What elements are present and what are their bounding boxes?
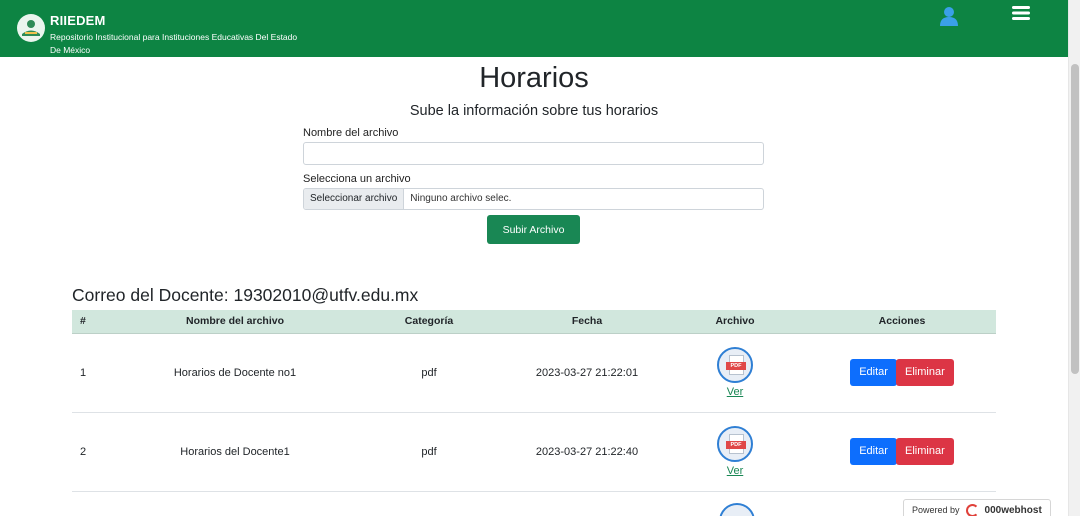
page-subtitle: Sube la información sobre tus horarios (409, 103, 659, 119)
table-row: 1 Horarios de Docente no1 pdf 2023-03-27… (72, 333, 996, 413)
row-file-cell: PDF Ver (662, 333, 808, 413)
scrollbar-thumb[interactable] (1071, 64, 1079, 374)
file-name-input[interactable] (303, 142, 764, 165)
row-number: 1 (72, 333, 124, 413)
col-date: Fecha (512, 310, 662, 334)
file-select-label: Selecciona un archivo (303, 173, 411, 185)
edit-button[interactable]: Editar (850, 359, 897, 386)
row-actions: Editar Eliminar (808, 333, 996, 413)
row-date: 2023-03-27 21:22:40 (512, 412, 662, 492)
brand-title[interactable]: RIIEDEM (50, 13, 106, 28)
view-file-link[interactable]: Ver (727, 465, 744, 477)
delete-button[interactable]: Eliminar (896, 438, 954, 465)
file-input[interactable]: Seleccionar archivo Ninguno archivo sele… (303, 188, 764, 210)
col-file-name: Nombre del archivo (124, 310, 346, 334)
pdf-icon[interactable]: PDF (717, 347, 753, 383)
row-file-cell: PDF Ver (662, 412, 808, 492)
user-icon[interactable] (938, 6, 960, 26)
row-date: 2023-03-27 21:22:01 (512, 333, 662, 413)
brand-subtitle: Repositorio Institucional para Instituci… (50, 32, 298, 55)
files-table: # Nombre del archivo Categoría Fecha Arc… (72, 310, 996, 492)
row-number: 2 (72, 412, 124, 492)
pdf-icon-label: PDF (726, 441, 746, 449)
logo-icon[interactable] (17, 14, 45, 42)
pdf-icon[interactable] (719, 503, 755, 516)
pdf-icon-label: PDF (726, 362, 746, 370)
upload-button[interactable]: Subir Archivo (487, 215, 580, 244)
file-name-label: Nombre del archivo (303, 127, 399, 139)
col-file: Archivo (662, 310, 808, 334)
teacher-email-heading: Correo del Docente: 19302010@utfv.edu.mx (72, 285, 419, 305)
pdf-icon[interactable]: PDF (717, 426, 753, 462)
col-actions: Acciones (808, 310, 996, 334)
page-title: Horarios (479, 62, 589, 94)
view-file-link[interactable]: Ver (727, 386, 744, 398)
edit-button[interactable]: Editar (850, 438, 897, 465)
row-file-name: Horarios del Docente1 (124, 412, 346, 492)
row-category: pdf (346, 412, 512, 492)
powered-by-badge[interactable]: Powered by 000webhost (903, 499, 1051, 516)
row-category: pdf (346, 333, 512, 413)
select-file-button[interactable]: Seleccionar archivo (304, 189, 405, 209)
table-header-row: # Nombre del archivo Categoría Fecha Arc… (72, 310, 996, 334)
menu-icon[interactable] (1010, 5, 1032, 21)
file-status: Ninguno archivo selec. (410, 193, 512, 204)
col-number: # (72, 310, 124, 334)
navbar: RIIEDEM Repositorio Institucional para I… (0, 0, 1068, 57)
powered-by-text: Powered by (912, 505, 960, 515)
col-category: Categoría (346, 310, 512, 334)
row-actions: Editar Eliminar (808, 412, 996, 492)
webhost-name: 000webhost (984, 504, 1042, 516)
page-scrollbar[interactable] (1068, 0, 1080, 516)
delete-button[interactable]: Eliminar (896, 359, 954, 386)
webhost-icon (965, 503, 979, 516)
table-row: 2 Horarios del Docente1 pdf 2023-03-27 2… (72, 412, 996, 492)
row-file-name: Horarios de Docente no1 (124, 333, 346, 413)
